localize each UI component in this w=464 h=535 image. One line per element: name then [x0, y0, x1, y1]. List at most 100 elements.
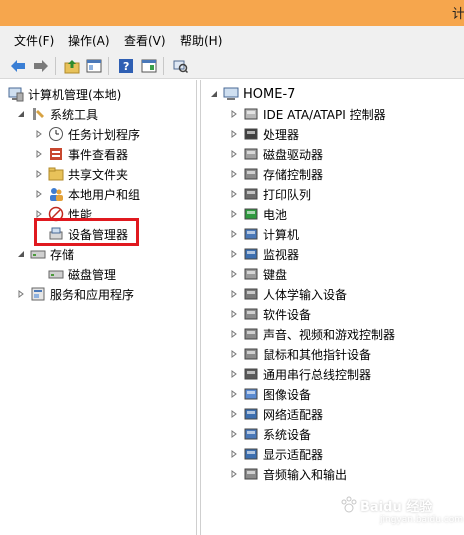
users-icon — [48, 186, 64, 202]
device-category-item[interactable]: 通用串行总线控制器 — [229, 365, 371, 383]
device-category-item[interactable]: 存储控制器 — [229, 165, 323, 183]
expand-arrow-icon[interactable] — [229, 129, 239, 139]
device-tree-pane[interactable]: HOME-7 IDE ATA/ATAPI 控制器 处理器磁盘驱动器存储控制器打印队… — [200, 80, 464, 535]
network-adapter-icon — [243, 406, 259, 422]
device-category-item[interactable]: 监视器 — [229, 245, 299, 263]
device-category-label: 鼠标和其他指针设备 — [263, 347, 372, 362]
device-category-item[interactable]: 系统设备 — [229, 425, 311, 443]
tree-node-disk-management[interactable]: 磁盘管理 — [48, 265, 116, 283]
menu-file[interactable]: 文件(F) — [14, 32, 54, 49]
show-action-pane-button[interactable] — [139, 56, 159, 76]
console-tree-pane[interactable]: 计算机管理(本地) 系统工具 任务计划程序 事件查看器 共享文件夹 本地用户和组… — [0, 80, 197, 535]
device-category-item[interactable]: 处理器 — [229, 125, 299, 143]
device-category-label: 软件设备 — [263, 307, 312, 322]
system-device-icon — [243, 426, 259, 442]
expand-arrow-icon[interactable] — [34, 169, 44, 179]
device-category-item[interactable]: 电池 — [229, 205, 287, 223]
expand-arrow-icon[interactable] — [229, 309, 239, 319]
device-category-item[interactable]: 磁盘驱动器 — [229, 145, 323, 163]
display-adapter-icon — [243, 446, 259, 462]
expand-arrow-icon[interactable] — [229, 469, 239, 479]
show-hide-tree-button[interactable] — [84, 56, 104, 76]
scan-hardware-icon — [173, 60, 188, 74]
device-category-label: 显示适配器 — [263, 447, 324, 462]
expand-arrow-icon[interactable] — [229, 249, 239, 259]
expand-arrow-icon[interactable] — [16, 289, 26, 299]
tree-label: 任务计划程序 — [68, 127, 141, 142]
expand-arrow-icon[interactable] — [229, 429, 239, 439]
tree-node-system-tools[interactable]: 系统工具 — [16, 105, 98, 123]
expand-arrow-icon[interactable] — [34, 149, 44, 159]
computer-icon — [243, 226, 259, 242]
expand-arrow-icon[interactable] — [229, 269, 239, 279]
computer-icon — [223, 86, 239, 102]
help-icon: ? — [119, 59, 133, 73]
device-category-item[interactable]: 键盘 — [229, 265, 287, 283]
storage-icon — [30, 246, 46, 262]
tree-node-computer-management[interactable]: 计算机管理(本地) — [8, 85, 121, 103]
tree-node-shared-folders[interactable]: 共享文件夹 — [34, 165, 128, 183]
device-category-item[interactable]: 鼠标和其他指针设备 — [229, 345, 371, 363]
device-category-item[interactable]: 音频输入和输出 — [229, 465, 347, 483]
collapse-arrow-icon[interactable] — [209, 89, 219, 99]
services-apps-icon — [30, 286, 46, 302]
tree-label: 计算机管理(本地) — [28, 87, 122, 102]
tree-node-storage[interactable]: 存储 — [16, 245, 74, 263]
console-tree-icon — [86, 59, 102, 73]
device-category-item[interactable]: 显示适配器 — [229, 445, 323, 463]
device-category-item[interactable]: 打印队列 — [229, 185, 311, 203]
menu-action[interactable]: 操作(A) — [68, 32, 110, 49]
battery-icon — [243, 206, 259, 222]
device-category-item[interactable]: 网络适配器 — [229, 405, 323, 423]
expand-arrow-icon[interactable] — [229, 409, 239, 419]
help-button[interactable]: ? — [116, 56, 136, 76]
tree-node-event-viewer[interactable]: 事件查看器 — [34, 145, 128, 163]
expand-arrow-icon[interactable] — [229, 349, 239, 359]
device-category-item[interactable]: 人体学输入设备 — [229, 285, 347, 303]
tree-label: 系统工具 — [50, 107, 99, 122]
collapse-arrow-icon[interactable] — [16, 249, 26, 259]
scan-hardware-button[interactable] — [170, 56, 190, 76]
expand-arrow-icon[interactable] — [229, 149, 239, 159]
back-arrow-icon — [11, 60, 25, 72]
watermark-subtext: jingyan.baidu.com — [380, 515, 464, 525]
device-tree-root[interactable]: HOME-7 — [209, 85, 295, 103]
device-category-item[interactable]: 声音、视频和游戏控制器 — [229, 325, 395, 343]
expand-arrow-icon[interactable] — [229, 189, 239, 199]
forward-button[interactable] — [31, 56, 51, 76]
back-button[interactable] — [8, 56, 28, 76]
expand-arrow-icon[interactable] — [229, 389, 239, 399]
expand-arrow-icon[interactable] — [34, 129, 44, 139]
device-category-label: 磁盘驱动器 — [263, 147, 324, 162]
expand-arrow-icon[interactable] — [34, 189, 44, 199]
tree-node-task-scheduler[interactable]: 任务计划程序 — [34, 125, 140, 143]
paw-logo-icon — [341, 496, 357, 513]
tree-label: 磁盘管理 — [68, 267, 117, 282]
device-category-label: 计算机 — [263, 227, 300, 242]
expand-arrow-icon[interactable] — [229, 449, 239, 459]
expand-arrow-icon[interactable] — [229, 369, 239, 379]
expand-arrow-icon[interactable] — [229, 289, 239, 299]
device-category-item[interactable]: 软件设备 — [229, 305, 311, 323]
menu-help[interactable]: 帮助(H) — [180, 32, 222, 49]
tree-node-local-users[interactable]: 本地用户和组 — [34, 185, 140, 203]
clock-icon — [48, 126, 64, 142]
tree-node-services-apps[interactable]: 服务和应用程序 — [16, 285, 134, 303]
collapse-arrow-icon[interactable] — [16, 109, 26, 119]
menu-view[interactable]: 查看(V) — [124, 32, 166, 49]
up-button[interactable] — [62, 56, 82, 76]
expand-arrow-icon[interactable] — [229, 329, 239, 339]
disk-drive-icon — [243, 146, 259, 162]
expand-arrow-icon[interactable] — [229, 169, 239, 179]
device-category-label: 声音、视频和游戏控制器 — [263, 327, 396, 342]
expand-arrow-icon[interactable] — [229, 229, 239, 239]
device-manager-highlight-box — [34, 218, 139, 246]
monitor-icon — [243, 246, 259, 262]
watermark-text: Baidu 经验 — [360, 500, 433, 515]
device-category-item[interactable]: 图像设备 — [229, 385, 311, 403]
device-category-label: 存储控制器 — [263, 167, 324, 182]
device-category-item[interactable]: 计算机 — [229, 225, 299, 243]
device-category-item[interactable]: IDE ATA/ATAPI 控制器 — [229, 105, 386, 123]
expand-arrow-icon[interactable] — [229, 109, 239, 119]
expand-arrow-icon[interactable] — [229, 209, 239, 219]
